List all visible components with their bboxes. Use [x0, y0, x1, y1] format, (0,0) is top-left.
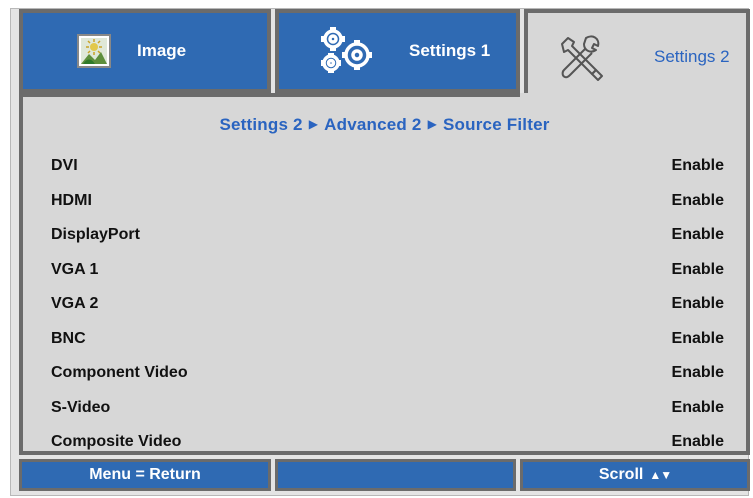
content-panel: Settings 2 ▶ Advanced 2 ▶ Source Filter DVI …: [19, 93, 750, 455]
row-value: Enable: [671, 398, 724, 416]
breadcrumb-separator-icon: ▶: [427, 117, 438, 131]
row-value: Enable: [671, 329, 724, 347]
footer-middle-cell: [275, 459, 516, 491]
row-value: Enable: [671, 157, 724, 175]
breadcrumb-separator-icon: ▶: [308, 117, 319, 131]
row-label: VGA 2: [51, 295, 99, 313]
tab-image-label: Image: [137, 41, 187, 60]
source-row-displayport[interactable]: DisplayPort Enable: [23, 218, 746, 253]
source-list: DVI Enable HDMI Enable DisplayPort Enabl…: [23, 149, 746, 460]
row-value: Enable: [671, 226, 724, 244]
row-value: Enable: [671, 191, 724, 209]
row-label: HDMI: [51, 191, 92, 209]
active-tab-joint: [520, 93, 746, 101]
row-value: Enable: [671, 295, 724, 313]
menu-return-label: Menu = Return: [89, 466, 201, 483]
source-row-dvi[interactable]: DVI Enable: [23, 149, 746, 184]
source-row-bnc[interactable]: BNC Enable: [23, 322, 746, 357]
image-icon: [77, 34, 111, 68]
row-label: Composite Video: [51, 433, 182, 451]
tab-settings-2[interactable]: Settings 2: [524, 9, 750, 101]
source-row-s-video[interactable]: S-Video Enable: [23, 391, 746, 426]
row-value: Enable: [671, 260, 724, 278]
breadcrumb-source-filter: Source Filter: [443, 115, 550, 134]
source-row-composite-video[interactable]: Composite Video Enable: [23, 425, 746, 460]
tab-settings-1-label: Settings 1: [409, 41, 491, 60]
breadcrumb-settings-2: Settings 2: [219, 115, 303, 134]
source-row-vga-2[interactable]: VGA 2 Enable: [23, 287, 746, 322]
breadcrumb-advanced-2: Advanced 2: [324, 115, 422, 134]
osd-menu: Image Settings 1 Settings 2 Settings 2 ▶…: [10, 8, 750, 496]
tools-icon: [556, 32, 606, 82]
footer-bar: Menu = Return Scroll ▲▼: [19, 459, 750, 491]
scroll-label: Scroll: [598, 466, 644, 483]
row-label: DisplayPort: [51, 226, 140, 244]
row-value: Enable: [671, 364, 724, 382]
source-row-hdmi[interactable]: HDMI Enable: [23, 184, 746, 219]
menu-return-hint[interactable]: Menu = Return: [19, 459, 271, 491]
scroll-hint[interactable]: Scroll ▲▼: [520, 459, 750, 491]
row-label: DVI: [51, 157, 78, 175]
row-label: BNC: [51, 329, 86, 347]
row-value: Enable: [671, 433, 724, 451]
gears-icon: [315, 25, 377, 77]
row-label: VGA 1: [51, 260, 99, 278]
source-row-component-video[interactable]: Component Video Enable: [23, 356, 746, 391]
tab-settings-2-label: Settings 2: [654, 47, 730, 66]
source-row-vga-1[interactable]: VGA 1 Enable: [23, 253, 746, 288]
row-label: S-Video: [51, 398, 111, 416]
tab-settings-1[interactable]: Settings 1: [275, 9, 520, 93]
tab-image[interactable]: Image: [19, 9, 271, 93]
row-label: Component Video: [51, 364, 188, 382]
up-down-arrows-icon: ▲▼: [649, 468, 672, 482]
breadcrumb: Settings 2 ▶ Advanced 2 ▶ Source Filter: [23, 115, 746, 135]
